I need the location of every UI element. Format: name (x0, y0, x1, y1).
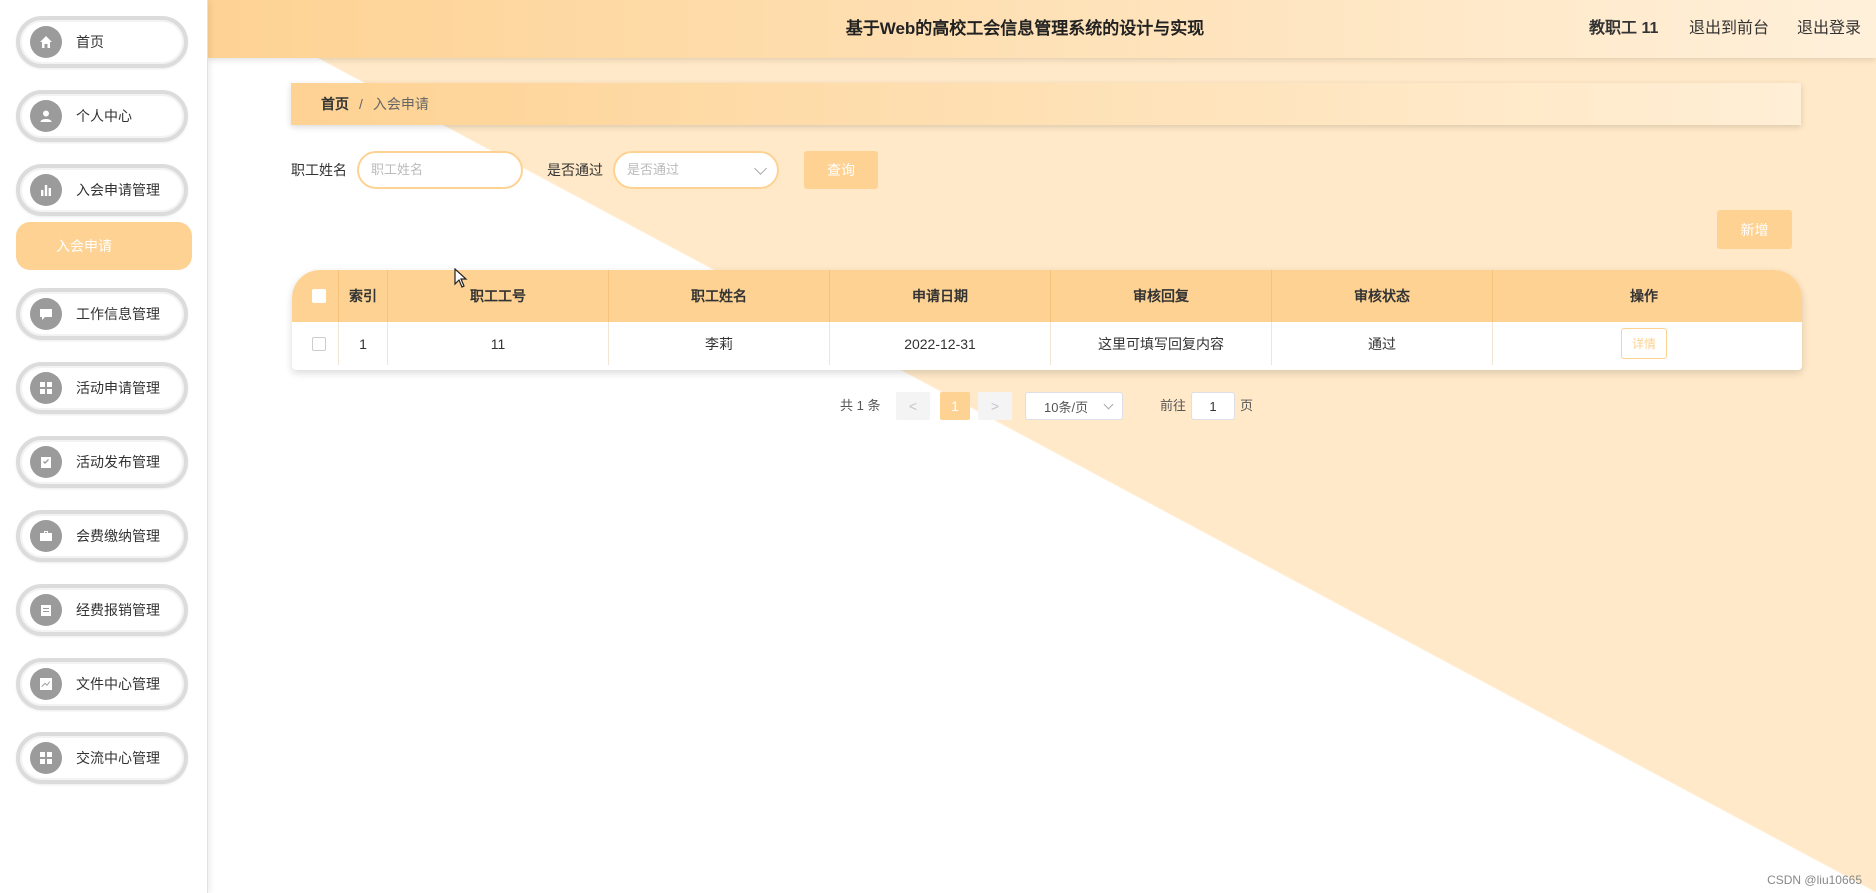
mouse-cursor-icon (454, 268, 468, 288)
page-unit-label: 页 (1240, 398, 1254, 413)
goto-label: 前往 (1160, 398, 1187, 413)
sidebar-item-label: 文件中心管理 (76, 676, 160, 692)
sidebar-item-label: 首页 (76, 34, 104, 50)
column-header: 职工姓名 (609, 270, 830, 322)
passed-filter-select[interactable]: 是否通过 (613, 151, 779, 189)
table-row: 1 11 李莉 2022-12-31 这里可填写回复内容 通过 详情 (299, 322, 1795, 365)
sidebar-item-label: 会费缴纳管理 (76, 528, 160, 544)
breadcrumb-separator: / (359, 96, 363, 112)
sidebar-item-label: 活动发布管理 (76, 454, 160, 470)
sidebar-item-label: 活动申请管理 (76, 380, 160, 396)
sidebar-item-activity-publish[interactable]: 活动发布管理 (16, 436, 188, 488)
page-size-select[interactable]: 10条/页 (1025, 392, 1123, 420)
name-filter-input[interactable]: 职工姓名 (357, 151, 523, 189)
column-header: 职工工号 (388, 270, 609, 322)
breadcrumb-home[interactable]: 首页 (321, 94, 349, 114)
background-diagonal (208, 0, 1876, 893)
select-all-cell (299, 270, 339, 322)
sidebar-item-profile[interactable]: 个人中心 (16, 90, 188, 142)
exit-to-front-link[interactable]: 退出到前台 (1689, 0, 1769, 58)
submenu-item-membership-apply[interactable]: 入会申请 (16, 222, 192, 270)
cell-date: 2022-12-31 (830, 322, 1051, 365)
sidebar-item-activity-apply[interactable]: 活动申请管理 (16, 362, 188, 414)
sidebar-item-label: 工作信息管理 (76, 306, 160, 322)
sidebar-item-home[interactable]: 首页 (16, 16, 188, 68)
sidebar-item-files[interactable]: 文件中心管理 (16, 658, 188, 710)
user-name: 教职工 11 (1589, 20, 1659, 37)
column-header: 申请日期 (830, 270, 1051, 322)
add-button[interactable]: 新增 (1717, 210, 1792, 249)
row-checkbox[interactable] (311, 336, 326, 351)
column-header: 索引 (339, 270, 388, 322)
sidebar-item-communication[interactable]: 交流中心管理 (16, 732, 188, 784)
passed-filter-label: 是否通过 (547, 162, 603, 178)
briefcase-icon (30, 520, 62, 552)
chevron-down-icon (754, 162, 767, 175)
goto-page-input[interactable]: 1 (1191, 392, 1235, 420)
clipboard-check-icon (30, 446, 62, 478)
trend-icon (30, 668, 62, 700)
passed-filter-placeholder: 是否通过 (627, 162, 680, 177)
home-icon (30, 26, 62, 58)
prev-page-button[interactable]: < (896, 392, 930, 420)
sidebar-item-label: 交流中心管理 (76, 750, 160, 766)
next-page-button[interactable]: > (978, 392, 1012, 420)
query-button[interactable]: 查询 (804, 151, 878, 189)
name-filter-label: 职工姓名 (291, 162, 347, 178)
data-table: 索引 职工工号 职工姓名 申请日期 审核回复 审核状态 操作 1 11 李莉 2… (292, 270, 1802, 370)
top-bar: 基于Web的高校工会信息管理系统的设计与实现 教职工 11 退出到前台 退出登录 (208, 0, 1876, 58)
page-size-value: 10条/页 (1044, 399, 1089, 415)
sidebar-item-label: 个人中心 (76, 108, 132, 124)
column-header: 审核回复 (1051, 270, 1272, 322)
sidebar-item-reimbursement[interactable]: 经费报销管理 (16, 584, 188, 636)
grid-icon (30, 372, 62, 404)
sidebar-item-work-info[interactable]: 工作信息管理 (16, 288, 188, 340)
sidebar-item-membership[interactable]: 入会申请管理 (16, 164, 188, 216)
breadcrumb-current: 入会申请 (372, 96, 429, 112)
sidebar-item-fee[interactable]: 会费缴纳管理 (16, 510, 188, 562)
sidebar: 首页 个人中心 入会申请管理 入会申请 工作信息管理 活动申请管理 活动发布管理… (0, 0, 208, 893)
clipboard-icon (30, 594, 62, 626)
chevron-down-icon (1103, 399, 1114, 410)
cell-name: 李莉 (609, 322, 830, 365)
submenu-item-label: 入会申请 (56, 238, 112, 254)
cell-status: 通过 (1272, 322, 1493, 365)
chat-icon (30, 298, 62, 330)
user-icon (30, 100, 62, 132)
column-header: 审核状态 (1272, 270, 1493, 322)
cell-actions: 详情 (1493, 322, 1795, 365)
cell-reply: 这里可填写回复内容 (1051, 322, 1272, 365)
table-header: 索引 职工工号 职工姓名 申请日期 审核回复 审核状态 操作 (292, 270, 1802, 322)
logout-link[interactable]: 退出登录 (1797, 0, 1861, 58)
detail-button[interactable]: 详情 (1620, 328, 1667, 359)
grid-icon (30, 742, 62, 774)
pagination-total: 共 1 条 (840, 398, 881, 413)
chart-icon (30, 174, 62, 206)
breadcrumb: 首页 / 入会申请 (291, 83, 1801, 125)
sidebar-item-label: 经费报销管理 (76, 602, 160, 618)
cell-index: 1 (339, 322, 388, 365)
page-number-current[interactable]: 1 (940, 392, 970, 420)
cell-staff-no: 11 (388, 322, 609, 365)
watermark: CSDN @liu10665 (1767, 873, 1862, 887)
sidebar-item-label: 入会申请管理 (76, 182, 160, 198)
select-all-checkbox[interactable] (311, 289, 326, 303)
row-select-cell (299, 322, 339, 365)
column-header: 操作 (1630, 288, 1658, 304)
